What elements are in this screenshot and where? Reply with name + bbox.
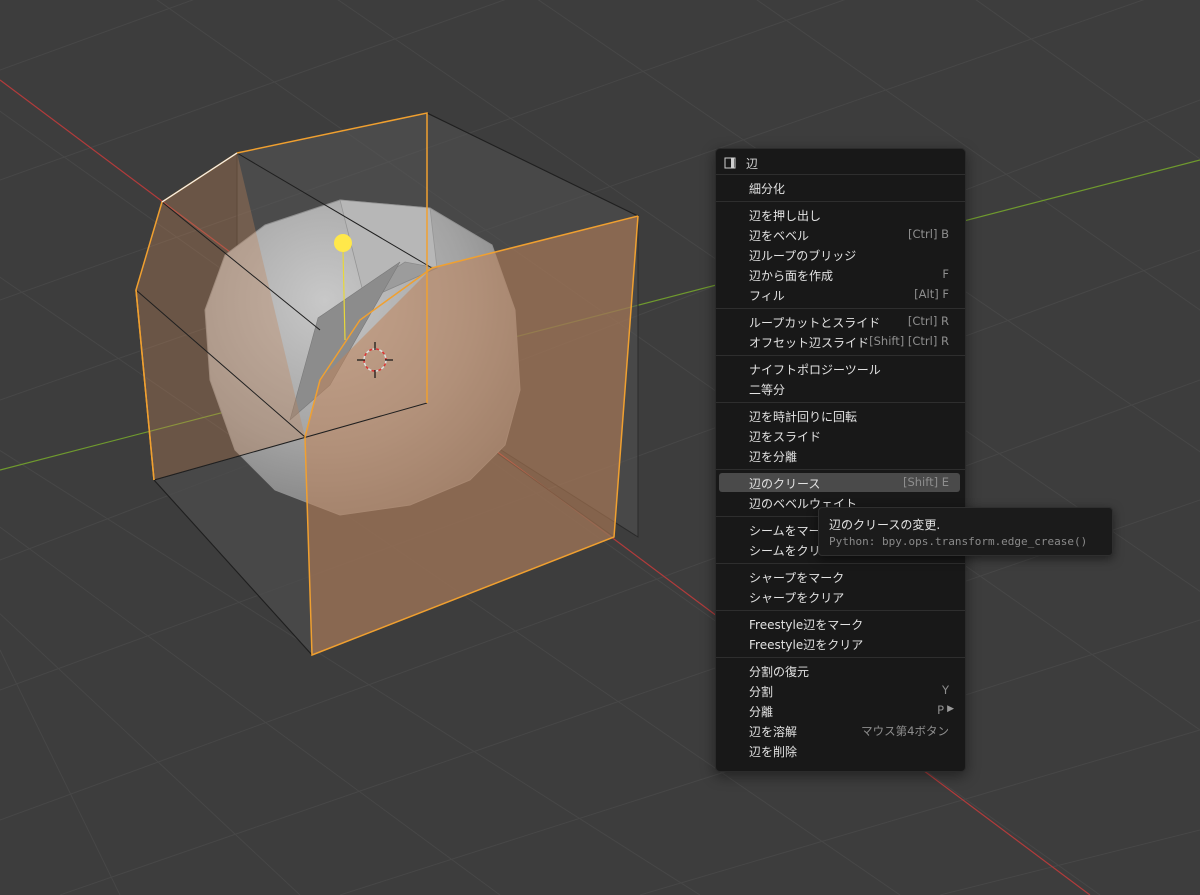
menu-item[interactable]: ナイフトポロジーツール — [719, 359, 960, 378]
menu-item-label: シャープをマーク — [749, 571, 845, 585]
menu-separator — [716, 657, 965, 658]
tooltip-title: 辺のクリースの変更. — [829, 518, 941, 532]
menu-item-label: Freestyle辺をクリア — [749, 638, 864, 652]
menu-separator — [716, 201, 965, 202]
menu-item-label: オフセット辺スライド — [749, 336, 870, 350]
menu-item-shortcut: Y — [941, 683, 949, 697]
edge-context-menu: 辺 細分化 辺を押し出し 辺をベベル [Ctrl] B 辺ループのブリッジ 辺から面を作成… — [715, 148, 966, 772]
menu-item[interactable]: 辺を分離 — [719, 446, 960, 465]
menu-item-label: 辺を分離 — [749, 450, 798, 464]
menu-item-label: ループカットとスライド — [749, 316, 881, 330]
edge-select-mode-icon — [724, 157, 736, 169]
menu-item[interactable]: 分割の復元 — [719, 661, 960, 680]
menu-item[interactable]: シャープをクリア — [719, 587, 960, 606]
menu-item[interactable]: オフセット辺スライド [Shift] [Ctrl] R — [719, 332, 960, 351]
menu-item-shortcut: [Shift] E — [902, 475, 949, 489]
3d-viewport[interactable] — [0, 0, 1200, 895]
menu-header: 辺 — [716, 152, 965, 172]
menu-item-label: 二等分 — [749, 383, 786, 397]
menu-item-label: 辺をスライド — [749, 430, 822, 444]
menu-item-label: 辺から面を作成 — [749, 269, 834, 283]
menu-item[interactable]: 辺のクリース [Shift] E — [719, 473, 960, 492]
menu-item-label: 辺を時計回りに回転 — [749, 410, 858, 424]
menu-item[interactable]: 辺を押し出し — [719, 205, 960, 224]
menu-item-label: フィル — [749, 289, 785, 303]
menu-item-label: 辺を溶解 — [749, 725, 798, 739]
menu-item-label: 分離 — [749, 705, 774, 719]
menu-item[interactable]: 分割 Y — [719, 681, 960, 700]
menu-item[interactable]: ループカットとスライド [Ctrl] R — [719, 312, 960, 331]
menu-item-label: Freestyle辺をマーク — [749, 618, 864, 632]
tooltip-python: Python: bpy.ops.transform.edge_crease() — [829, 535, 1088, 548]
menu-item-shortcut: [Ctrl] R — [907, 314, 949, 328]
menu-item[interactable]: 辺ループのブリッジ — [719, 245, 960, 264]
menu-separator — [716, 610, 965, 611]
menu-separator — [716, 563, 965, 564]
menu-item-label: ナイフトポロジーツール — [749, 363, 881, 377]
menu-item[interactable]: 辺をスライド — [719, 426, 960, 445]
menu-item-label: 細分化 — [749, 182, 786, 196]
menu-item[interactable]: 辺をベベル [Ctrl] B — [719, 225, 960, 244]
menu-item-shortcut: P — [937, 703, 944, 717]
menu-item[interactable]: Freestyle辺をマーク — [719, 614, 960, 633]
menu-item[interactable]: 二等分 — [719, 379, 960, 398]
menu-item-label: 分割 — [749, 685, 774, 699]
tooltip: 辺のクリースの変更. Python: bpy.ops.transform.edg… — [818, 507, 1113, 556]
menu-item-shortcut: [Shift] [Ctrl] R — [869, 334, 949, 348]
menu-separator — [716, 469, 965, 470]
menu-item-label: 辺のクリース — [749, 477, 821, 491]
menu-item[interactable]: シャープをマーク — [719, 567, 960, 586]
menu-item-label: 辺を押し出し — [749, 209, 822, 223]
menu-item[interactable]: 辺から面を作成 F — [719, 265, 960, 284]
menu-item[interactable]: 辺を時計回りに回転 — [719, 406, 960, 425]
submenu-arrow-icon: ▶ — [947, 704, 954, 714]
menu-item[interactable]: 辺を溶解 マウス第4ボタン — [719, 721, 960, 740]
menu-separator — [716, 355, 965, 356]
menu-item-label: 辺を削除 — [749, 745, 798, 759]
menu-item[interactable]: 分離 P ▶ — [719, 701, 960, 720]
light-icon[interactable] — [334, 234, 352, 252]
menu-item-label: 辺をベベル — [749, 229, 810, 243]
menu-item-shortcut: F — [942, 267, 949, 281]
menu-item-shortcut: マウス第4ボタン — [861, 724, 949, 738]
menu-item-shortcut: [Ctrl] B — [908, 227, 949, 241]
menu-item-label: 分割の復元 — [749, 665, 810, 679]
menu-item[interactable]: Freestyle辺をクリア — [719, 634, 960, 653]
menu-item-label: 辺ループのブリッジ — [749, 249, 857, 263]
menu-item-label: シャープをクリア — [749, 591, 845, 605]
menu-item-shortcut: [Alt] F — [914, 287, 949, 301]
menu-separator — [716, 402, 965, 403]
menu-item[interactable]: 辺を削除 — [719, 741, 960, 760]
menu-title: 辺 — [746, 157, 759, 171]
menu-separator — [716, 308, 965, 309]
menu-separator — [716, 174, 965, 175]
menu-item[interactable]: フィル [Alt] F — [719, 285, 960, 304]
menu-item[interactable]: 細分化 — [719, 178, 960, 197]
